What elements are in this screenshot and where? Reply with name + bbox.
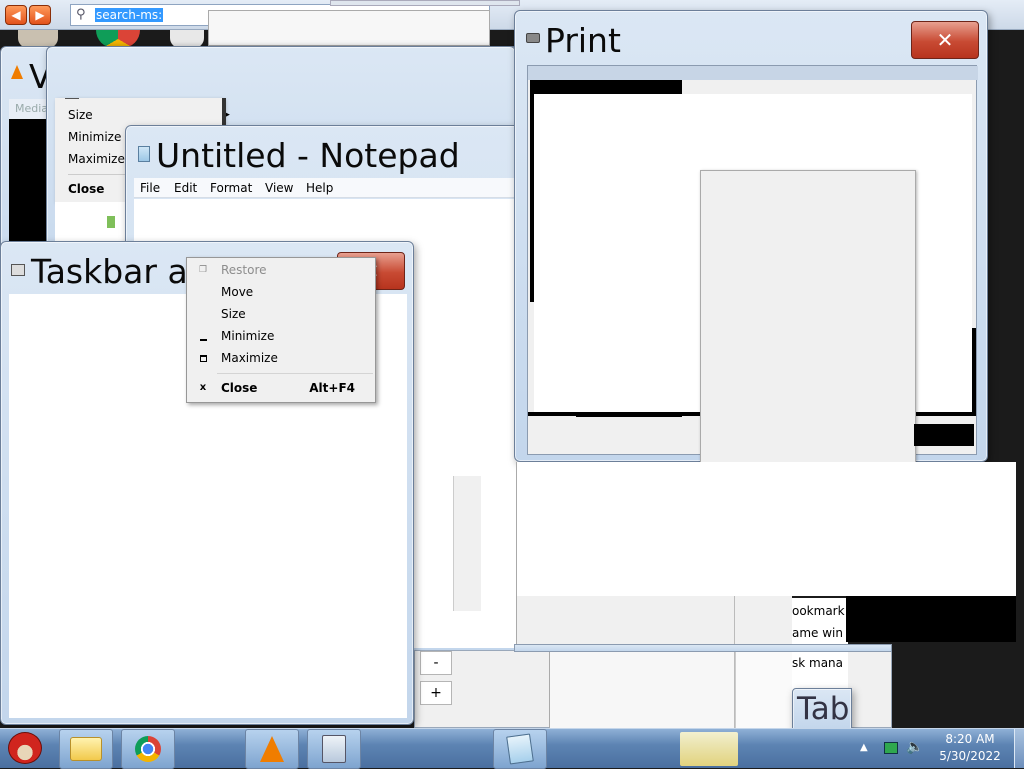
bg-divider	[734, 596, 735, 728]
toolbar-field	[208, 10, 490, 46]
close-accelerator: Alt+F4	[309, 381, 355, 395]
restore-icon: ❐	[198, 265, 208, 275]
taskbar-app-explorer[interactable]	[59, 729, 113, 769]
menu-sep	[65, 98, 79, 99]
zoom-plus-button[interactable]: +	[420, 681, 452, 705]
address-value: search-ms:	[95, 8, 164, 22]
back-button[interactable]: ◀	[5, 5, 27, 25]
print-line	[576, 414, 682, 417]
notepad-icon	[506, 733, 534, 765]
menu-item-maximize[interactable]: Maximize	[187, 347, 375, 369]
taskbar-highlight	[680, 732, 738, 766]
menu-item-close[interactable]: x Close Alt+F4	[187, 377, 375, 399]
show-desktop-button[interactable]	[1014, 729, 1024, 768]
menu-item-minimize[interactable]: Minimize	[187, 325, 375, 347]
notepad-scroll-fragment	[453, 476, 481, 611]
list-item[interactable]: sk mana	[792, 656, 843, 670]
menu-format[interactable]: Format	[210, 181, 252, 195]
menu-view[interactable]: View	[265, 181, 293, 195]
print-close-button[interactable]: ✕	[911, 21, 979, 59]
vlc-media-menu[interactable]: Media	[15, 102, 48, 115]
menu-file[interactable]: File	[140, 181, 160, 195]
angry-bird-icon	[8, 732, 42, 764]
print-black-bar	[914, 424, 974, 446]
clock[interactable]: 8:20 AM 5/30/2022	[932, 731, 1008, 767]
taskbar-app-calculator[interactable]	[307, 729, 361, 769]
print-content	[527, 65, 978, 474]
black-area	[846, 596, 1016, 642]
network-icon[interactable]	[884, 742, 898, 754]
menu-item-size[interactable]: Size	[187, 303, 375, 325]
notepad-menubar: File Edit Format View Help	[134, 178, 538, 198]
print-title: Print	[545, 21, 621, 60]
show-hidden-icons[interactable]: ▲	[860, 742, 868, 753]
list-item[interactable]: ame win	[792, 626, 843, 640]
menu-item-move[interactable]: Move	[187, 281, 375, 303]
bg-window-strip	[514, 644, 892, 652]
menu-separator	[68, 174, 128, 175]
chrome-icon	[135, 736, 161, 762]
menu-edit[interactable]: Edit	[174, 181, 197, 195]
window-icon	[11, 264, 25, 276]
tab-window-title: Tab	[797, 691, 850, 727]
green-file-icon	[107, 216, 115, 228]
bg-white-area	[516, 462, 1016, 596]
notepad-icon	[138, 146, 150, 162]
calculator-icon	[322, 735, 346, 763]
taskbar-props-title: Taskbar ar	[31, 252, 202, 291]
close-icon: x	[199, 382, 207, 393]
print-window: Print ✕	[514, 10, 988, 474]
bg-gray-area	[516, 596, 792, 644]
clock-date: 5/30/2022	[939, 749, 1001, 763]
bg-panel-a	[549, 651, 735, 729]
vlc-cone-icon	[260, 736, 284, 762]
menu-help[interactable]: Help	[306, 181, 333, 195]
zoom-minus-button[interactable]: -	[420, 651, 452, 675]
clock-time: 8:20 AM	[945, 732, 995, 746]
system-context-menu: ❐ Restore Move Size Minimize Maximize x …	[186, 257, 376, 403]
minimize-icon	[197, 325, 209, 347]
folder-icon	[70, 737, 102, 761]
notepad-title: Untitled - Notepad	[156, 136, 460, 175]
bg-panel-b	[735, 651, 793, 729]
taskbar-app-chrome[interactable]	[121, 729, 175, 769]
taskbar-app-vlc[interactable]	[245, 729, 299, 769]
toolbar-field-2	[330, 0, 520, 6]
menu-separator	[217, 373, 373, 374]
print-dialog-pane	[700, 170, 916, 474]
maximize-icon	[197, 347, 209, 369]
tab-window: Tab	[792, 688, 852, 730]
taskbar-app-notepad[interactable]	[493, 729, 547, 769]
forward-button[interactable]: ▶	[29, 5, 51, 25]
menu-item-size[interactable]: Size ▶	[55, 104, 230, 126]
menu-item-restore[interactable]: ❐ Restore	[187, 259, 375, 281]
list-item[interactable]: ookmark	[792, 604, 845, 618]
printer-icon	[526, 33, 540, 43]
start-button[interactable]	[4, 730, 46, 766]
search-icon: ⚲	[76, 7, 86, 22]
vlc-cone-icon	[11, 65, 23, 79]
volume-icon[interactable]: 🔈	[906, 739, 923, 755]
print-header-strip	[528, 66, 978, 80]
